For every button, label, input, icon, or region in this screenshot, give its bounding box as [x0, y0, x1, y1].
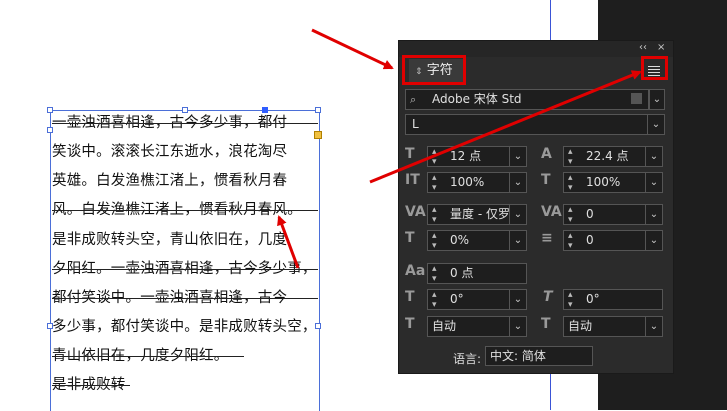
stepper-icon: ▴ ▾ [432, 173, 437, 193]
chevron-down-icon: ⌄ [647, 115, 664, 134]
baseline-rule [52, 269, 318, 270]
text-line-9: 青山依旧在，几度夕阳红。 [52, 348, 229, 364]
chevron-down-icon: ⌄ [509, 317, 526, 336]
leading-icon: A [541, 146, 552, 162]
chevron-down-icon: ⌄ [509, 205, 526, 224]
chevron-down-icon: ⌄ [645, 317, 662, 336]
highlight-tab-box [402, 55, 466, 85]
kerning-icon: VA [405, 204, 426, 220]
font-style-field[interactable]: L ⌄ [405, 114, 665, 135]
skew-icon: T [543, 289, 553, 305]
chevron-down-icon: ⌄ [509, 290, 526, 309]
language-select[interactable]: 中文: 简体 [485, 346, 593, 366]
aki-right-icon: T [541, 316, 551, 332]
chevron-down-icon: ⌄ [645, 147, 662, 166]
chevron-down-icon: ⌄ [509, 173, 526, 192]
stepper-icon: ▴ ▾ [432, 290, 437, 310]
character-panel: ‹‹ × ⇕ 字符 ⌕ Adobe 宋体 Std ⌄ L ⌄ T ▴ ▾ 12 点… [398, 40, 674, 374]
highlight-menu-box [641, 56, 668, 80]
stepper-icon: ▴ ▾ [568, 205, 573, 225]
stepper-icon: ▴ ▾ [568, 290, 573, 310]
font-size-field[interactable]: ▴ ▾ 12 点 ⌄ [427, 146, 527, 167]
font-preview-icon [631, 93, 642, 104]
tsume-icon: T [405, 230, 415, 246]
vertical-scale-icon: IT [405, 172, 420, 188]
baseline-rule [52, 210, 318, 211]
chevron-down-icon: ⌄ [509, 231, 526, 250]
stepper-icon: ▴ ▾ [568, 147, 573, 167]
aki-icon: ≡ [541, 230, 553, 246]
horizontal-scale-icon: T [541, 172, 551, 188]
horizontal-scale-field[interactable]: ▴ ▾ 100% ⌄ [563, 172, 663, 193]
out-port-icon[interactable] [314, 131, 322, 139]
text-line-8: 多少事，都付笑谈中。是非成败转头空， [52, 319, 317, 335]
language-label: 语言: [453, 352, 482, 366]
baseline-rule [52, 298, 318, 299]
baseline-shift-field[interactable]: ▴ ▾ 0 点 [427, 263, 527, 284]
tracking-icon: VA [541, 204, 562, 220]
chevron-down-icon: ⌄ [652, 94, 662, 105]
text-line-1: 一壶浊酒喜相逢，古今多少事，都付 [52, 115, 288, 131]
rotation-icon: T [405, 289, 415, 305]
frame-handle-top-right[interactable] [315, 107, 321, 113]
tsume-field[interactable]: ▴ ▾ 0% ⌄ [427, 230, 527, 251]
stepper-icon: ▴ ▾ [568, 173, 573, 193]
kerning-field[interactable]: ▴ ▾ 量度 - 仅罗 ⌄ [427, 204, 527, 225]
stepper-icon: ▴ ▾ [432, 147, 437, 167]
collapse-icon[interactable]: ‹‹ [639, 42, 647, 53]
stepper-icon: ▴ ▾ [432, 264, 437, 284]
font-size-icon: T [405, 146, 415, 162]
chevron-down-icon: ⌄ [645, 205, 662, 224]
chevron-down-icon: ⌄ [645, 173, 662, 192]
baseline-rule [52, 385, 130, 386]
text-line-6: 夕阳红。一壶浊酒喜相逢，古今多少事， [52, 261, 317, 277]
stepper-icon: ▴ ▾ [568, 231, 573, 251]
stepper-icon: ▴ ▾ [432, 231, 437, 251]
text-line-4: 风。白发渔樵江渚上，惯看秋月春风。 [52, 202, 302, 218]
close-icon[interactable]: × [657, 42, 665, 53]
text-line-2: 笑谈中。滚滚长江东逝水，浪花淘尽 [52, 144, 288, 160]
vertical-scale-field[interactable]: ▴ ▾ 100% ⌄ [427, 172, 527, 193]
font-family-dropdown[interactable]: ⌄ [649, 89, 665, 110]
chevron-down-icon: ⌄ [509, 147, 526, 166]
baseline-rule [52, 356, 244, 357]
chevron-down-icon: ⌄ [645, 231, 662, 250]
baseline-shift-icon: Aa [405, 263, 426, 279]
text-line-7: 都付笑谈中。一壶浊酒喜相逢，古今 [52, 290, 288, 306]
leading-field[interactable]: ▴ ▾ 22.4 点 ⌄ [563, 146, 663, 167]
stepper-icon: ▴ ▾ [432, 205, 437, 225]
text-line-5: 是非成败转头空，青山依旧在，几度 [52, 232, 288, 248]
font-family-field[interactable]: ⌕ Adobe 宋体 Std [405, 89, 649, 110]
text-line-3: 英雄。白发渔樵江渚上，惯看秋月春 [52, 173, 288, 189]
aki-field[interactable]: ▴ ▾ 0 ⌄ [563, 230, 663, 251]
baseline-rule [52, 123, 318, 124]
tracking-field[interactable]: ▴ ▾ 0 ⌄ [563, 204, 663, 225]
skew-field[interactable]: ▴ ▾ 0° [563, 289, 663, 310]
rotation-field[interactable]: ▴ ▾ 0° ⌄ [427, 289, 527, 310]
aki-left-field[interactable]: 自动 ⌄ [427, 316, 527, 337]
search-icon: ⌕ [410, 93, 417, 106]
aki-left-icon: T [405, 316, 415, 332]
aki-right-field[interactable]: 自动 ⌄ [563, 316, 663, 337]
text-line-10: 是非成败转 [52, 377, 126, 393]
